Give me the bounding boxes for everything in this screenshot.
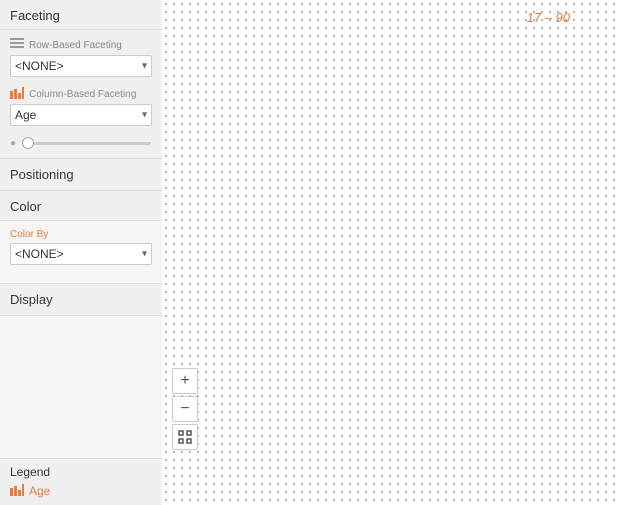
row-faceting-label: Row-Based Faceting bbox=[29, 40, 122, 51]
faceting-slider[interactable] bbox=[22, 142, 151, 145]
color-section: Color Color By <NONE> ▾ bbox=[0, 191, 162, 284]
legend-item-label: Age bbox=[29, 484, 50, 498]
display-title: Display bbox=[10, 292, 53, 307]
color-by-select-wrapper: <NONE> ▾ bbox=[10, 243, 152, 265]
color-header[interactable]: Color bbox=[0, 191, 162, 221]
col-faceting-select-wrapper: Age ▾ bbox=[10, 104, 152, 126]
col-faceting-icon bbox=[10, 87, 24, 102]
faceting-title: Faceting bbox=[10, 8, 60, 23]
color-by-group: Color By <NONE> ▾ bbox=[10, 229, 152, 265]
fit-button[interactable] bbox=[172, 424, 198, 450]
faceting-header[interactable]: Faceting bbox=[0, 0, 162, 30]
legend-area: Legend Age bbox=[0, 458, 162, 505]
fit-icon bbox=[178, 430, 192, 444]
row-faceting-select-wrapper: <NONE> ▾ bbox=[10, 55, 152, 77]
positioning-header[interactable]: Positioning bbox=[0, 159, 162, 190]
faceting-body: Row-Based Faceting <NONE> ▾ bbox=[0, 30, 162, 158]
zoom-out-button[interactable]: − bbox=[172, 396, 198, 422]
zoom-in-button[interactable]: + bbox=[172, 368, 198, 394]
color-title: Color bbox=[10, 199, 41, 214]
color-by-label: Color By bbox=[10, 229, 152, 240]
chart-annotation: 17 – 90 bbox=[527, 10, 570, 25]
row-faceting-icon bbox=[10, 38, 24, 53]
col-faceting-label: Column-Based Faceting bbox=[29, 89, 136, 100]
legend-item: Age bbox=[10, 483, 152, 499]
dot-grid bbox=[162, 0, 620, 505]
zoom-controls: + − bbox=[172, 368, 198, 450]
color-body: Color By <NONE> ▾ bbox=[0, 221, 162, 283]
sidebar: Faceting Row-Based Faceting bbox=[0, 0, 162, 505]
chart-area: 17 – 90 + − bbox=[162, 0, 620, 505]
col-faceting-group: Column-Based Faceting Age ▾ bbox=[10, 87, 152, 126]
display-header[interactable]: Display bbox=[0, 284, 162, 315]
color-by-select[interactable]: <NONE> bbox=[10, 243, 152, 265]
faceting-section: Faceting Row-Based Faceting bbox=[0, 0, 162, 159]
slider-circle-icon: ● bbox=[10, 138, 16, 149]
row-faceting-group: Row-Based Faceting <NONE> ▾ bbox=[10, 38, 152, 77]
legend-title: Legend bbox=[10, 465, 152, 479]
row-faceting-select[interactable]: <NONE> bbox=[10, 55, 152, 77]
positioning-section: Positioning bbox=[0, 159, 162, 191]
sidebar-sections: Faceting Row-Based Faceting bbox=[0, 0, 162, 453]
legend-bar-icon bbox=[10, 483, 24, 499]
faceting-slider-row: ● 1 bbox=[10, 136, 152, 150]
display-section: Display bbox=[0, 284, 162, 316]
col-faceting-select[interactable]: Age bbox=[10, 104, 152, 126]
positioning-title: Positioning bbox=[10, 167, 74, 182]
